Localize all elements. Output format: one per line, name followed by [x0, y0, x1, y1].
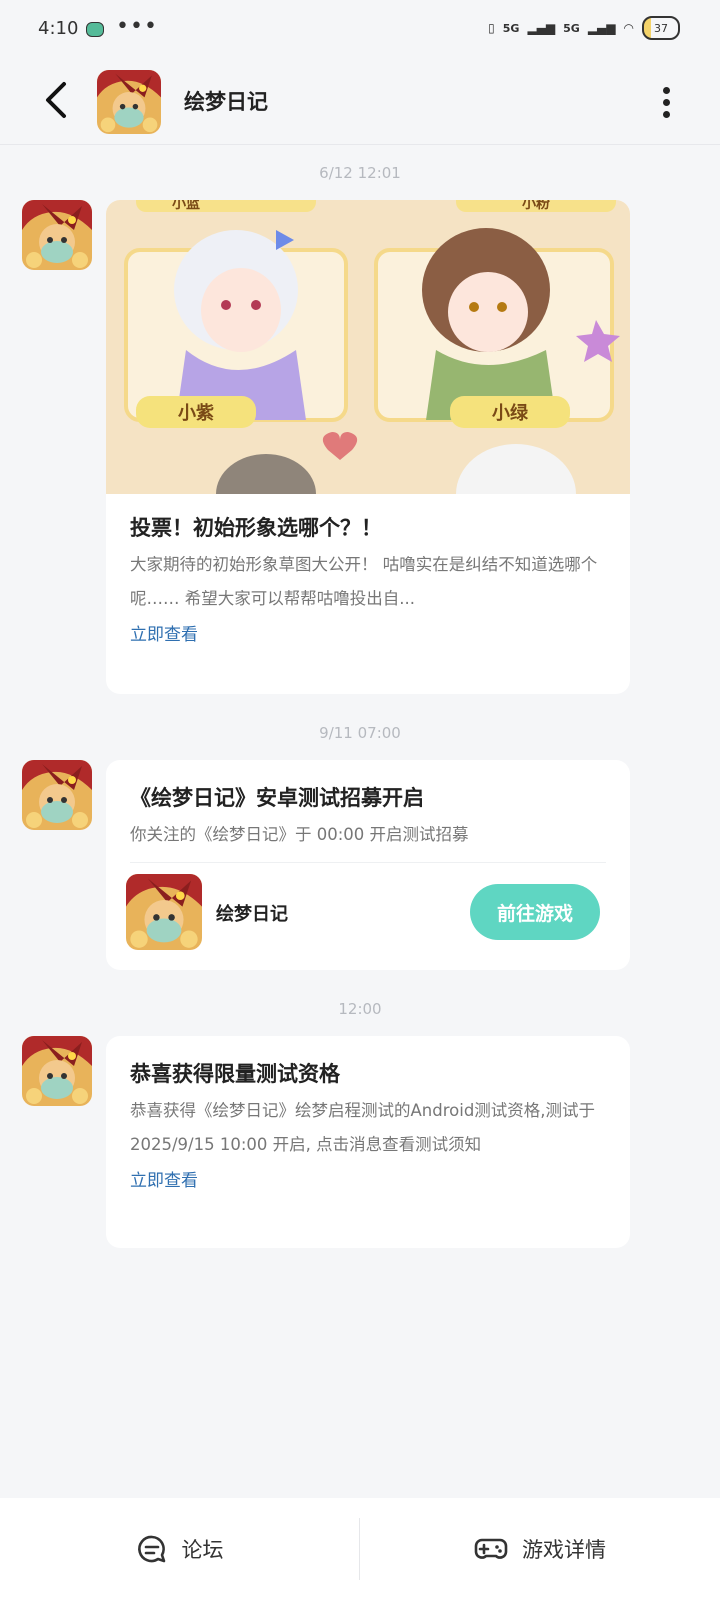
message-body: 大家期待的初始形象草图大公开！ 咕噜实在是纠结不知道选哪个呢…… 希望大家可以帮… — [130, 555, 598, 608]
timestamp: 6/12 12:01 — [319, 164, 401, 182]
view-now-link[interactable]: 立即查看 — [130, 1166, 606, 1191]
header: 绘梦日记 — [0, 60, 720, 145]
vibrate-icon: ▯ — [488, 21, 495, 35]
message-title: 恭喜获得限量测试资格 — [130, 1062, 340, 1086]
page-title: 绘梦日记 — [184, 90, 268, 114]
message-card-recruit[interactable]: 《绘梦日记》安卓测试招募开启 你关注的《绘梦日记》于 00:00 开启测试招募 … — [106, 760, 630, 970]
back-arrow-icon[interactable] — [38, 78, 78, 122]
sender-avatar[interactable] — [22, 760, 92, 830]
tab-forum-label: 论坛 — [181, 1538, 224, 1562]
banner-label-right: 小绿 — [492, 402, 529, 424]
more-notifications-icon: ••• — [116, 14, 158, 39]
message-title: 《绘梦日记》安卓测试招募开启 — [130, 786, 424, 810]
sender-avatar[interactable] — [22, 200, 92, 270]
wifi-icon: ◠ — [623, 21, 634, 35]
status-bar: 4:10 ••• ▯ 5G ▂▄▆ 5G ▂▄▆ ◠ 37 — [0, 0, 720, 60]
signal-icon-2: 5G — [563, 21, 580, 35]
message-body: 恭喜获得《绘梦日记》绘梦启程测试的Android测试资格,测试于 2025/9/… — [130, 1101, 596, 1154]
banner-label-top-right: 小粉 — [522, 200, 550, 212]
banner-label-left: 小紫 — [178, 402, 214, 424]
gamepad-icon — [474, 1538, 508, 1559]
tab-game-details[interactable]: 游戏详情 — [360, 1498, 720, 1600]
go-to-game-button[interactable]: 前往游戏 — [470, 884, 600, 940]
message-card-qualification[interactable]: 恭喜获得限量测试资格 恭喜获得《绘梦日记》绘梦启程测试的Android测试资格,… — [106, 1036, 630, 1248]
view-now-link[interactable]: 立即查看 — [130, 620, 606, 645]
app-notification-icon — [86, 22, 104, 37]
message-card-vote[interactable]: 小紫 小绿 小蓝 小粉 投票！初始形象选哪个？！ 大家期待的初始形象草图大公开！… — [106, 200, 630, 694]
tab-forum[interactable]: 论坛 — [0, 1498, 359, 1600]
timestamp: 9/11 07:00 — [319, 724, 401, 742]
game-name: 绘梦日记 — [216, 904, 288, 925]
status-icons: ▯ 5G ▂▄▆ 5G ▂▄▆ ◠ 37 — [488, 16, 680, 40]
divider — [130, 862, 606, 863]
signal-icon-1: 5G — [502, 21, 520, 35]
vote-banner-image[interactable]: 小紫 小绿 小蓝 小粉 — [106, 200, 630, 494]
tab-game-details-label: 游戏详情 — [522, 1538, 606, 1562]
bottom-tab-bar: 论坛 游戏详情 — [0, 1498, 720, 1600]
more-menu-icon[interactable] — [660, 84, 672, 118]
signal-bars-icon-1: ▂▄▆ — [527, 21, 556, 35]
timestamp: 12:00 — [338, 1000, 382, 1018]
forum-icon — [137, 1535, 165, 1563]
banner-label-top-left: 小蓝 — [172, 200, 200, 212]
battery-icon: 37 — [642, 16, 680, 40]
signal-bars-icon-2: ▂▄▆ — [587, 21, 616, 35]
message-body: 你关注的《绘梦日记》于 00:00 开启测试招募 — [130, 825, 469, 844]
game-icon[interactable] — [126, 874, 202, 950]
status-time: 4:10 — [38, 18, 79, 39]
message-title: 投票！初始形象选哪个？！ — [130, 516, 382, 540]
sender-avatar[interactable] — [22, 1036, 92, 1106]
game-logo-icon[interactable] — [97, 70, 161, 134]
